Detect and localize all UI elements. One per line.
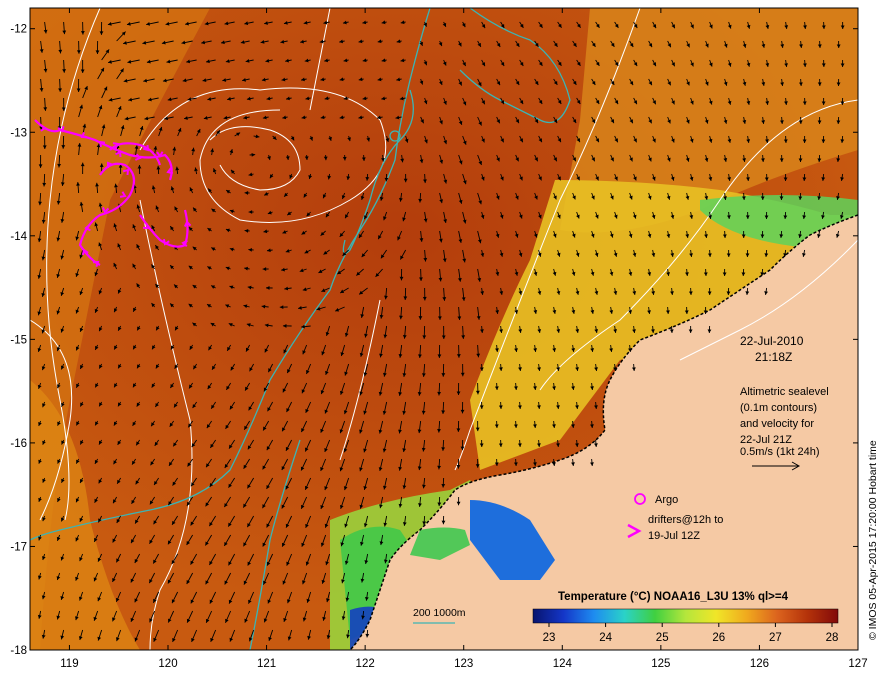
annotation-date: 22-Jul-2010 (740, 334, 804, 348)
lon-tick-label: 120 (158, 658, 177, 670)
lon-tick-label: 127 (848, 658, 867, 670)
colorbar-tick-label: 25 (656, 632, 669, 644)
colorbar-tick-label: 23 (543, 632, 556, 644)
lon-tick-label: 124 (553, 658, 573, 670)
lat-tick-label: -14 (10, 231, 27, 243)
sst-map: 119 120 121 122 123 124 125 126 127 -12 -13 -14 -15 -… (10, 7, 879, 670)
colorbar-tick-label: 26 (712, 632, 725, 644)
drifters-label-1: drifters@12h to (648, 514, 723, 526)
lon-tick-label: 119 (60, 658, 78, 670)
altimetry-line-2: (0.1m contours) (740, 402, 817, 414)
credit-text: © IMOS 05-Apr-2015 17:20:00 Hobart time (867, 440, 879, 640)
altimetry-line-4: 22-Jul 21Z (740, 434, 792, 446)
lat-tick-label: -17 (10, 541, 27, 553)
lon-tick-label: 126 (750, 658, 769, 670)
lon-tick-label: 123 (454, 658, 473, 670)
lat-tick-label: -13 (10, 127, 27, 139)
altimetry-line-5: 0.5m/s (1kt 24h) (740, 446, 819, 458)
colorbar-title: Temperature (°C) NOAA16_L3U 13% ql>=4 (558, 591, 789, 603)
argo-label: Argo (655, 494, 678, 506)
lon-tick-label: 121 (257, 658, 276, 670)
lat-tick-label: -12 (10, 24, 27, 36)
drifters-label-2: 19-Jul 12Z (648, 530, 700, 542)
colorbar-tick-label: 27 (769, 632, 782, 644)
colorbar (532, 608, 839, 624)
map-plot (30, 8, 858, 650)
lon-tick-label: 122 (356, 658, 375, 670)
lat-tick-label: -16 (10, 438, 27, 450)
colorbar-tick-label: 28 (826, 632, 839, 644)
annotation-time: 21:18Z (755, 350, 792, 364)
lat-tick-label: -18 (10, 645, 27, 657)
colorbar-tick-label: 24 (599, 632, 612, 644)
depth-legend-label: 200 1000m (413, 607, 466, 619)
lon-tick-label: 125 (651, 658, 670, 670)
lat-tick-label: -15 (10, 334, 27, 346)
altimetry-line-3: and velocity for (740, 418, 814, 430)
altimetry-line-1: Altimetric sealevel (740, 386, 829, 398)
